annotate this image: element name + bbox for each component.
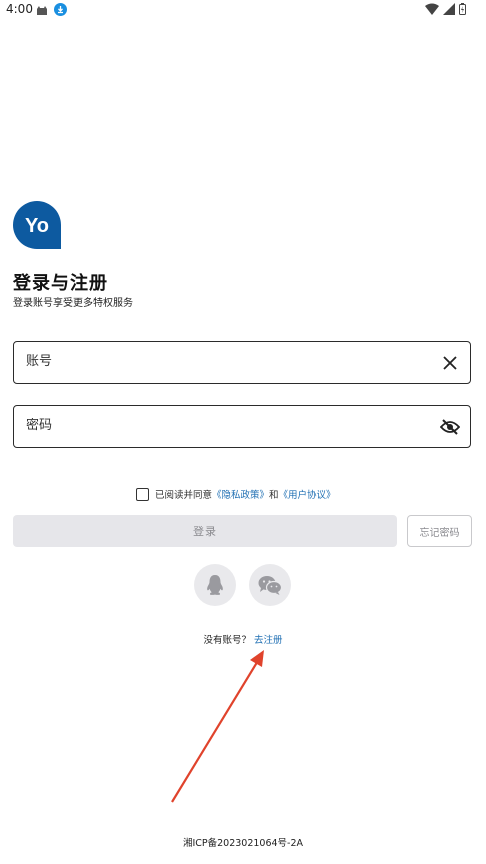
agreement-row: 已阅读并同意 《隐私政策》 和 《用户协议》 xyxy=(136,487,336,501)
login-button[interactable]: 登录 xyxy=(13,515,397,547)
forgot-password-button[interactable]: 忘记密码 xyxy=(407,515,472,547)
app-logo: Yo xyxy=(13,201,61,249)
battery-icon xyxy=(459,3,466,15)
account-input[interactable] xyxy=(26,354,406,369)
eye-off-icon xyxy=(440,419,460,435)
status-bar: 4:00 xyxy=(0,0,486,22)
agreement-checkbox[interactable] xyxy=(136,487,149,501)
password-field[interactable] xyxy=(13,405,471,448)
signal-icon xyxy=(443,3,455,15)
status-notification-icons xyxy=(36,3,67,16)
password-input[interactable] xyxy=(26,418,406,433)
privacy-policy-link[interactable]: 《隐私政策》 xyxy=(212,487,269,501)
clear-button[interactable] xyxy=(440,353,460,373)
icp-license: 湘ICP备2023021064号-2A xyxy=(182,838,304,849)
qq-icon xyxy=(207,575,223,595)
status-system-icons xyxy=(425,3,466,15)
account-field[interactable] xyxy=(13,341,471,384)
download-icon xyxy=(54,3,67,16)
agreement-prefix: 已阅读并同意 xyxy=(155,490,213,501)
wifi-icon xyxy=(425,3,439,15)
wechat-login-button[interactable] xyxy=(249,564,291,606)
android-notification-icon xyxy=(37,5,47,15)
svg-text:Yo: Yo xyxy=(25,215,49,237)
status-time: 4:00 xyxy=(6,2,33,16)
register-question: 没有账号？ xyxy=(203,635,251,646)
register-prompt: 没有账号？ 去注册 xyxy=(0,632,486,646)
wechat-icon xyxy=(258,576,282,595)
agreement-and: 和 xyxy=(269,490,279,501)
close-icon xyxy=(443,356,457,370)
page-subtitle: 登录账号享受更多特权服务 xyxy=(13,298,133,309)
register-link[interactable]: 去注册 xyxy=(254,635,283,646)
page-title: 登录与注册 xyxy=(13,273,108,294)
toggle-password-visibility[interactable] xyxy=(440,417,460,437)
qq-login-button[interactable] xyxy=(194,564,236,606)
user-agreement-link[interactable]: 《用户协议》 xyxy=(279,487,336,501)
